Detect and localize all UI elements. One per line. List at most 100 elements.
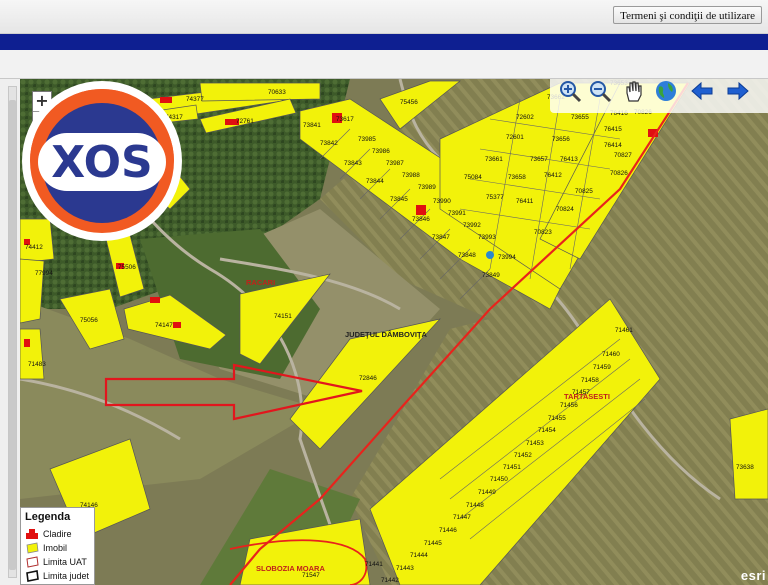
parcel-label: 71448 [466, 502, 484, 509]
parcel-label: 73993 [478, 234, 496, 241]
parcel-label: 73994 [498, 254, 516, 261]
parcel-label: 74377 [186, 96, 204, 103]
parcel-label: 71459 [593, 364, 611, 371]
parcel-label: 73847 [432, 234, 450, 241]
parcel-label: 71452 [514, 452, 532, 459]
parcel-label: 73655 [571, 114, 589, 121]
pan-hand-icon[interactable] [622, 79, 646, 103]
parcel-label: 74412 [25, 244, 43, 251]
parcel-label: 71450 [490, 476, 508, 483]
parcel-label: 75084 [464, 174, 482, 181]
parcel-label: 71446 [439, 527, 457, 534]
parcel-label: 71458 [581, 377, 599, 384]
parcel-label: 71443 [396, 565, 414, 572]
parcel-label: 73845 [390, 196, 408, 203]
parcel-label: 73849 [482, 272, 500, 279]
place-tartasesti: TARTASESTI [564, 392, 610, 401]
place-racari: RACARI [246, 278, 275, 287]
toolbar-strip [0, 50, 768, 79]
parcel-label: 73656 [552, 136, 570, 143]
parcel-label: 73988 [402, 172, 420, 179]
parcel-label: 71442 [381, 577, 399, 584]
header-blue-band [0, 34, 768, 50]
parcel-label: 73987 [386, 160, 404, 167]
parcel-label: 71444 [410, 552, 428, 559]
parcel-label: 73985 [358, 136, 376, 143]
parcel-73638 [729, 408, 768, 500]
parcel-label: 71455 [548, 415, 566, 422]
parcel-label: 71456 [560, 402, 578, 409]
parcel-label: 73844 [366, 178, 384, 185]
parcel-label: 71483 [28, 361, 46, 368]
parcel-legend-icon [26, 542, 39, 554]
parcel-label: 76414 [604, 142, 622, 149]
parcel-label: 73990 [433, 198, 451, 205]
parcel-label: 77994 [35, 270, 53, 277]
parcel-label: 75056 [80, 317, 98, 324]
parcel-label: 70827 [614, 152, 632, 159]
parcel-label: 70823 [534, 229, 552, 236]
parcel-label: 73617 [336, 116, 354, 123]
top-bar: Termeni şi condiţii de utilizare [0, 0, 768, 34]
parcel-label: 73846 [412, 216, 430, 223]
building [173, 322, 181, 328]
parcel-label: 72761 [236, 118, 254, 125]
parcel-label: 76412 [544, 172, 562, 179]
place-judet: JUDEŢUL DÂMBOVIŢA [345, 330, 428, 339]
parcel-label: 74147 [155, 322, 173, 329]
parcel-label: 71547 [302, 572, 320, 579]
parcel-71483 [20, 328, 45, 380]
parcel-label: 76413 [560, 156, 578, 163]
building [416, 205, 426, 215]
scrollbar-thumb[interactable] [9, 100, 16, 570]
parcel-label: 75506 [118, 264, 136, 271]
parcel-label: 73991 [448, 210, 466, 217]
building [24, 339, 30, 347]
parcel-label: 70826 [610, 170, 628, 177]
parcel-label: 71453 [526, 440, 544, 447]
xos-logo: XOS [22, 81, 182, 241]
cadastral-map[interactable]: 74377 70633 74317 72761 73841 73617 7384… [20, 79, 768, 585]
parcel-label: 71451 [503, 464, 521, 471]
parcel-label: 73848 [458, 252, 476, 259]
parcel-label: 73661 [485, 156, 503, 163]
parcel-label: 73992 [463, 222, 481, 229]
parcel-label: 73843 [344, 160, 362, 167]
parcel-label: 75377 [486, 194, 504, 201]
map-legend: Legenda Cladire Imobil Limita UAT Limita… [20, 507, 95, 585]
parcel-label: 72601 [506, 134, 524, 141]
parcel-label: 73841 [303, 122, 321, 129]
parcel-label: 73989 [418, 184, 436, 191]
parcel-label: 71441 [365, 561, 383, 568]
county-boundary-legend-icon [26, 570, 39, 582]
building [150, 297, 160, 303]
parcel-label: 70824 [556, 206, 574, 213]
parcel-label: 76415 [604, 126, 622, 133]
arrow-right-icon[interactable] [726, 79, 750, 103]
terms-button[interactable]: Termeni şi condiţii de utilizare [613, 6, 762, 24]
location-marker [486, 251, 494, 259]
parcel-label: 75456 [400, 99, 418, 106]
arrow-left-icon[interactable] [690, 79, 714, 103]
place-slobozia: SLOBOZIA MOARA [256, 564, 325, 573]
parcel-label: 71447 [453, 514, 471, 521]
parcel-label: 73657 [530, 156, 548, 163]
parcel-label: 70825 [575, 188, 593, 195]
parcel-label: 73658 [508, 174, 526, 181]
parcel-label: 71445 [424, 540, 442, 547]
parcel-label: 72602 [516, 114, 534, 121]
uat-boundary-legend-icon [26, 556, 39, 568]
parcel-label: 72846 [359, 375, 377, 382]
zoom-in-tool-icon[interactable] [558, 79, 582, 103]
parcel-label: 73842 [320, 140, 338, 147]
parcel-77994 [20, 258, 45, 324]
parcel-label: 73638 [736, 464, 754, 471]
parcel-label: 71449 [478, 489, 496, 496]
parcel-label: 70633 [268, 89, 286, 96]
parcel-label: 71461 [615, 327, 633, 334]
zoom-out-tool-icon[interactable] [588, 79, 612, 103]
globe-full-extent-icon[interactable] [654, 79, 678, 103]
legend-title: Legenda [25, 511, 71, 523]
logo-text: XOS [51, 137, 152, 188]
map-toolbar [550, 79, 768, 113]
